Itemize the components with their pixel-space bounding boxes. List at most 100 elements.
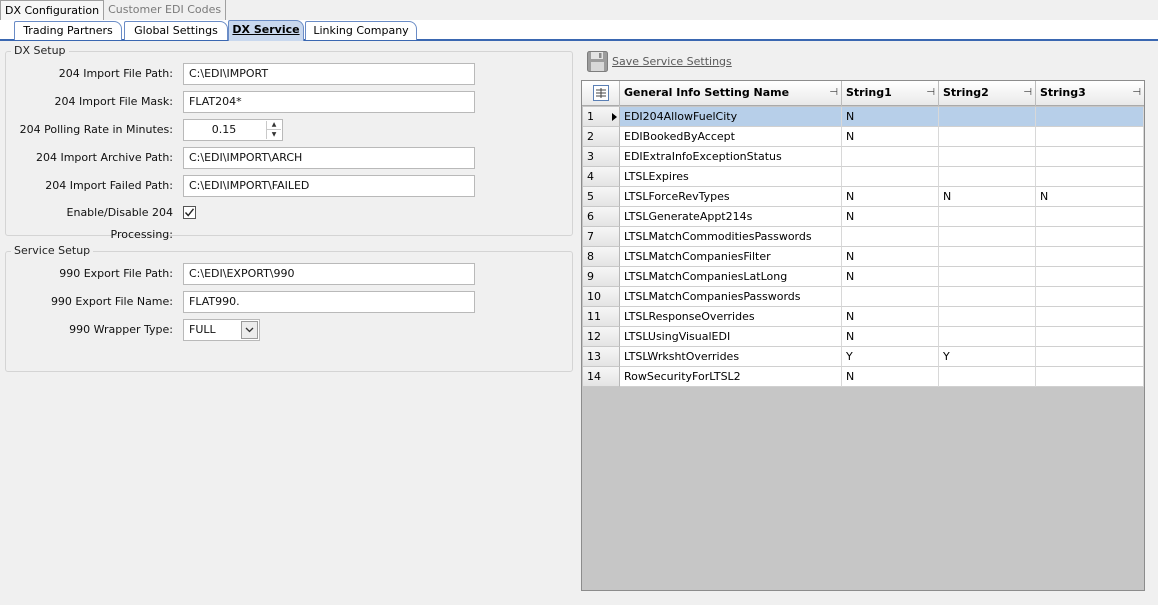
tab-trading-partners[interactable]: Trading Partners — [14, 21, 122, 40]
setting-name-cell[interactable]: LTSLUsingVisualEDI — [620, 327, 842, 347]
archive-path-input[interactable]: C:\EDI\IMPORT\ARCH — [183, 147, 475, 169]
column-header-string1[interactable]: String1 ⊣ — [842, 81, 939, 106]
export-path-input[interactable]: C:\EDI\EXPORT\990 — [183, 263, 475, 285]
settings-grid[interactable]: General Info Setting Name ⊣ String1 ⊣ Stri… — [581, 80, 1145, 591]
setting-name-cell[interactable]: LTSLMatchCompaniesPasswords — [620, 287, 842, 307]
setting-name-cell[interactable]: LTSLMatchCompaniesLatLong — [620, 267, 842, 287]
column-header-string2[interactable]: String2 ⊣ — [939, 81, 1036, 106]
table-row[interactable]: 9 LTSLMatchCompaniesLatLong N — [582, 267, 1144, 287]
table-row[interactable]: 10 LTSLMatchCompaniesPasswords — [582, 287, 1144, 307]
table-row[interactable]: 6 LTSLGenerateAppt214s N — [582, 207, 1144, 227]
string3-cell[interactable] — [1036, 307, 1144, 327]
grid-corner[interactable] — [582, 81, 620, 106]
table-row[interactable]: 11 LTSLResponseOverrides N — [582, 307, 1144, 327]
table-row[interactable]: 1 EDI204AllowFuelCity N — [582, 107, 1144, 127]
string3-cell[interactable] — [1036, 267, 1144, 287]
string3-cell[interactable] — [1036, 167, 1144, 187]
string3-cell[interactable] — [1036, 227, 1144, 247]
string3-cell[interactable] — [1036, 247, 1144, 267]
pin-icon[interactable]: ⊣ — [1023, 81, 1032, 105]
failed-path-input[interactable]: C:\EDI\IMPORT\FAILED — [183, 175, 475, 197]
setting-name-cell[interactable]: LTSLGenerateAppt214s — [620, 207, 842, 227]
import-mask-input[interactable]: FLAT204* — [183, 91, 475, 113]
setting-name-cell[interactable]: LTSLMatchCommoditiesPasswords — [620, 227, 842, 247]
string1-cell[interactable] — [842, 167, 939, 187]
spin-down-icon[interactable]: ▼ — [267, 130, 281, 139]
string2-cell[interactable] — [939, 287, 1036, 307]
string2-cell[interactable]: Y — [939, 347, 1036, 367]
table-row[interactable]: 4 LTSLExpires — [582, 167, 1144, 187]
string2-cell[interactable] — [939, 167, 1036, 187]
string2-cell[interactable] — [939, 307, 1036, 327]
string2-cell[interactable] — [939, 147, 1036, 167]
export-name-input[interactable]: FLAT990. — [183, 291, 475, 313]
string1-cell[interactable]: Y — [842, 347, 939, 367]
table-row[interactable]: 7 LTSLMatchCommoditiesPasswords — [582, 227, 1144, 247]
string1-cell[interactable]: N — [842, 187, 939, 207]
string1-cell[interactable]: N — [842, 107, 939, 127]
pin-icon[interactable]: ⊣ — [1132, 81, 1141, 105]
polling-rate-spinner[interactable]: 0.15 ▲ ▼ — [183, 119, 283, 141]
string2-cell[interactable] — [939, 127, 1036, 147]
table-row[interactable]: 5 LTSLForceRevTypes N N N — [582, 187, 1144, 207]
chevron-down-icon[interactable] — [241, 321, 258, 339]
string1-cell[interactable]: N — [842, 247, 939, 267]
string3-cell[interactable] — [1036, 287, 1144, 307]
tab-dx-service[interactable]: DX Service — [228, 20, 304, 41]
string3-cell[interactable] — [1036, 147, 1144, 167]
string3-cell[interactable] — [1036, 127, 1144, 147]
string1-cell[interactable]: N — [842, 367, 939, 387]
import-path-input[interactable]: C:\EDI\IMPORT — [183, 63, 475, 85]
setting-name-cell[interactable]: LTSLResponseOverrides — [620, 307, 842, 327]
setting-name-cell[interactable]: EDIExtraInfoExceptionStatus — [620, 147, 842, 167]
string3-cell[interactable] — [1036, 107, 1144, 127]
tab-global-settings[interactable]: Global Settings — [124, 21, 228, 40]
string2-cell[interactable] — [939, 207, 1036, 227]
string1-cell[interactable]: N — [842, 267, 939, 287]
column-header-setting-name[interactable]: General Info Setting Name ⊣ — [620, 81, 842, 106]
string3-cell[interactable] — [1036, 347, 1144, 367]
setting-name-cell[interactable]: LTSLExpires — [620, 167, 842, 187]
setting-name-cell[interactable]: LTSLWrkshtOverrides — [620, 347, 842, 367]
tab-dx-configuration[interactable]: DX Configuration — [0, 0, 105, 20]
setting-name-cell[interactable]: EDIBookedByAccept — [620, 127, 842, 147]
string2-cell[interactable]: N — [939, 187, 1036, 207]
pin-icon[interactable]: ⊣ — [926, 81, 935, 105]
save-service-settings-label: Save Service Settings — [612, 54, 732, 68]
setting-name-cell[interactable]: EDI204AllowFuelCity — [620, 107, 842, 127]
table-row[interactable]: 12 LTSLUsingVisualEDI N — [582, 327, 1144, 347]
string2-cell[interactable] — [939, 327, 1036, 347]
string3-cell[interactable] — [1036, 367, 1144, 387]
string1-cell[interactable]: N — [842, 307, 939, 327]
string2-cell[interactable] — [939, 227, 1036, 247]
setting-name-cell[interactable]: LTSLMatchCompaniesFilter — [620, 247, 842, 267]
string2-cell[interactable] — [939, 247, 1036, 267]
string1-cell[interactable] — [842, 147, 939, 167]
string1-cell[interactable]: N — [842, 327, 939, 347]
string1-cell[interactable] — [842, 287, 939, 307]
string1-cell[interactable] — [842, 227, 939, 247]
table-row[interactable]: 3 EDIExtraInfoExceptionStatus — [582, 147, 1144, 167]
string2-cell[interactable] — [939, 267, 1036, 287]
enable-processing-checkbox[interactable] — [183, 206, 196, 219]
string2-cell[interactable] — [939, 367, 1036, 387]
table-row[interactable]: 8 LTSLMatchCompaniesFilter N — [582, 247, 1144, 267]
string1-cell[interactable]: N — [842, 207, 939, 227]
table-row[interactable]: 14 RowSecurityForLTSL2 N — [582, 367, 1144, 387]
string3-cell[interactable] — [1036, 207, 1144, 227]
setting-name-cell[interactable]: RowSecurityForLTSL2 — [620, 367, 842, 387]
table-row[interactable]: 2 EDIBookedByAccept N — [582, 127, 1144, 147]
setting-name-cell[interactable]: LTSLForceRevTypes — [620, 187, 842, 207]
table-row[interactable]: 13 LTSLWrkshtOverrides Y Y — [582, 347, 1144, 367]
column-header-string3[interactable]: String3 ⊣ — [1036, 81, 1144, 106]
pin-icon[interactable]: ⊣ — [829, 81, 838, 105]
string3-cell[interactable]: N — [1036, 187, 1144, 207]
tab-customer-edi-codes[interactable]: Customer EDI Codes — [104, 0, 227, 20]
string1-cell[interactable]: N — [842, 127, 939, 147]
row-number: 6 — [583, 207, 620, 227]
string3-cell[interactable] — [1036, 327, 1144, 347]
save-service-settings-button[interactable]: Save Service Settings — [587, 50, 732, 72]
tab-linking-company[interactable]: Linking Company — [305, 21, 417, 40]
string2-cell[interactable] — [939, 107, 1036, 127]
wrapper-type-select[interactable]: FULL — [183, 319, 260, 341]
